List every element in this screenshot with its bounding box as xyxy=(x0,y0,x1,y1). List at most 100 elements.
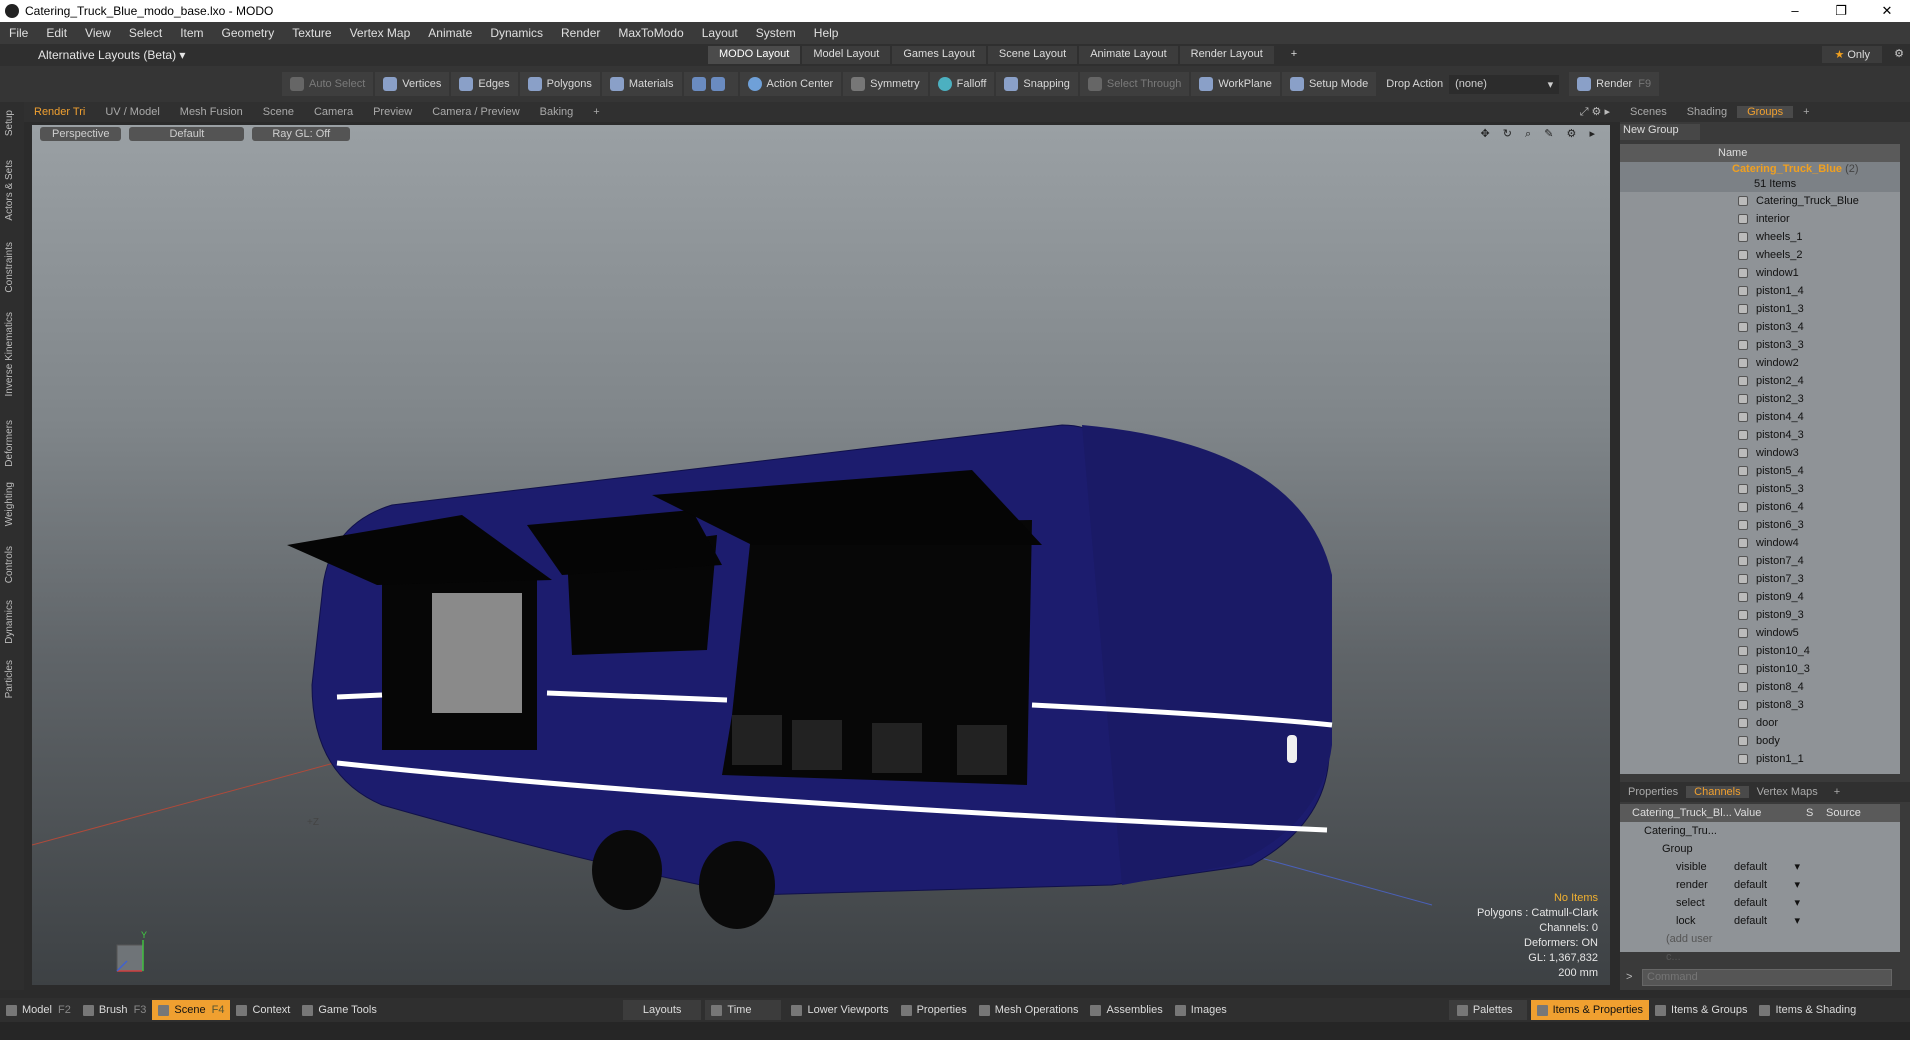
catering-truck-model[interactable] xyxy=(287,424,1333,929)
tab-inverse-kinematics[interactable]: Inverse Kinematics xyxy=(4,312,15,396)
group-item[interactable]: piston3_3 xyxy=(1620,336,1900,354)
group-item[interactable]: wheels_1 xyxy=(1620,228,1900,246)
channels-col-source[interactable]: Source xyxy=(1820,804,1861,822)
group-item[interactable]: piston8_3 xyxy=(1620,696,1900,714)
menu-edit[interactable]: Edit xyxy=(37,26,76,40)
game-tools-button[interactable]: Game Tools xyxy=(296,1000,383,1020)
images-button[interactable]: Images xyxy=(1169,1000,1233,1020)
menu-geometry[interactable]: Geometry xyxy=(213,26,284,40)
add-user-channel-row[interactable]: (add user c... xyxy=(1620,930,1900,963)
add-viewport-tab-button[interactable]: + xyxy=(583,106,609,118)
only-button[interactable]: ★ Only xyxy=(1822,46,1882,63)
group-item[interactable]: wheels_2 xyxy=(1620,246,1900,264)
add-channel-tab-button[interactable]: + xyxy=(1826,786,1848,798)
tab-groups[interactable]: Groups xyxy=(1737,106,1794,118)
group-item[interactable]: piston1_4 xyxy=(1620,282,1900,300)
brush-button[interactable]: Brush F3 xyxy=(77,1000,153,1020)
minimize-button[interactable]: – xyxy=(1772,3,1818,19)
tab-dynamics[interactable]: Dynamics xyxy=(4,600,15,644)
menu-help[interactable]: Help xyxy=(805,26,848,40)
tab-animate-layout[interactable]: Animate Layout xyxy=(1079,46,1178,64)
tab-controls[interactable]: Controls xyxy=(4,546,15,583)
group-item[interactable]: piston5_4 xyxy=(1620,462,1900,480)
group-item[interactable]: piston7_3 xyxy=(1620,570,1900,588)
group-root[interactable]: Catering_Truck_Blue (2) 51 Items xyxy=(1620,162,1900,192)
channel-value-dropdown[interactable]: default ▾ xyxy=(1730,894,1806,912)
tab-channels[interactable]: Channels xyxy=(1686,786,1749,798)
group-item[interactable]: interior xyxy=(1620,210,1900,228)
channel-value-dropdown[interactable]: default ▾ xyxy=(1730,912,1806,930)
tab-actors-sets[interactable]: Actors & Sets xyxy=(4,160,15,221)
model-button[interactable]: Model F2 xyxy=(0,1000,77,1020)
group-item[interactable]: window5 xyxy=(1620,624,1900,642)
tab-scenes[interactable]: Scenes xyxy=(1620,106,1677,118)
group-item[interactable]: window4 xyxy=(1620,534,1900,552)
tab-constraints[interactable]: Constraints xyxy=(4,242,15,293)
tab-shading[interactable]: Shading xyxy=(1677,106,1737,118)
group-item[interactable]: window1 xyxy=(1620,264,1900,282)
tab-properties[interactable]: Properties xyxy=(1620,786,1686,798)
vertices-button[interactable]: Vertices xyxy=(375,72,450,96)
tab-camera-preview[interactable]: Camera / Preview xyxy=(422,106,529,118)
tab-camera[interactable]: Camera xyxy=(304,106,363,118)
edges-button[interactable]: Edges xyxy=(451,72,518,96)
transform-toggle-button[interactable] xyxy=(683,72,738,96)
alternative-layouts-dropdown[interactable]: Alternative Layouts (Beta) ▾ xyxy=(38,48,185,62)
group-item[interactable]: window2 xyxy=(1620,354,1900,372)
group-item[interactable]: piston7_4 xyxy=(1620,552,1900,570)
menu-view[interactable]: View xyxy=(76,26,120,40)
group-item[interactable]: body xyxy=(1620,732,1900,750)
time-button[interactable]: Time xyxy=(705,1000,782,1020)
channels-col-name[interactable]: Catering_Truck_Bl... xyxy=(1620,804,1732,822)
tab-render-layout[interactable]: Render Layout xyxy=(1179,46,1274,64)
close-button[interactable]: ✕ xyxy=(1864,3,1910,19)
group-item[interactable]: Catering_Truck_Blue xyxy=(1620,192,1900,210)
group-item[interactable]: piston1_3 xyxy=(1620,300,1900,318)
name-column-header[interactable]: Name xyxy=(1718,147,1747,159)
tab-setup[interactable]: Setup xyxy=(4,110,15,136)
items-shading-button[interactable]: Items & Shading xyxy=(1753,1000,1862,1020)
menu-layout[interactable]: Layout xyxy=(693,26,747,40)
menu-animate[interactable]: Animate xyxy=(419,26,481,40)
group-item[interactable]: piston1_1 xyxy=(1620,750,1900,768)
group-item[interactable]: door xyxy=(1620,714,1900,732)
lower-viewports-button[interactable]: Lower Viewports xyxy=(785,1000,894,1020)
command-input[interactable] xyxy=(1642,968,1892,986)
tab-scene[interactable]: Scene xyxy=(253,106,304,118)
tab-model-layout[interactable]: Model Layout xyxy=(802,46,891,64)
tab-modo-layout[interactable]: MODO Layout xyxy=(708,46,801,64)
drop-action-dropdown[interactable]: (none) ▾ xyxy=(1449,74,1560,94)
tab-deformers[interactable]: Deformers xyxy=(4,420,15,467)
maximize-button[interactable]: ❐ xyxy=(1818,3,1864,19)
channels-root-row[interactable]: Catering_Tru... xyxy=(1620,822,1900,840)
new-group-button[interactable]: New Group xyxy=(1620,124,1700,140)
setup-mode-button[interactable]: Setup Mode xyxy=(1281,72,1377,96)
channel-row-visible[interactable]: visible default ▾ xyxy=(1620,858,1900,876)
group-item[interactable]: piston2_3 xyxy=(1620,390,1900,408)
falloff-button[interactable]: Falloff xyxy=(929,72,995,96)
group-item[interactable]: piston2_4 xyxy=(1620,372,1900,390)
channel-value-dropdown[interactable]: default ▾ xyxy=(1730,876,1806,894)
channels-group-row[interactable]: Group xyxy=(1620,840,1900,858)
tab-baking[interactable]: Baking xyxy=(530,106,584,118)
items-properties-button[interactable]: Items & Properties xyxy=(1530,1000,1650,1020)
menu-system[interactable]: System xyxy=(747,26,805,40)
tab-vertex-maps[interactable]: Vertex Maps xyxy=(1749,786,1826,798)
menu-texture[interactable]: Texture xyxy=(283,26,340,40)
channels-col-s[interactable]: S xyxy=(1806,804,1820,822)
add-panel-tab-button[interactable]: + xyxy=(1793,106,1819,118)
tab-mesh-fusion[interactable]: Mesh Fusion xyxy=(170,106,253,118)
channel-value-dropdown[interactable]: default ▾ xyxy=(1730,858,1806,876)
layouts-button[interactable]: Layouts xyxy=(622,1000,702,1020)
tab-preview[interactable]: Preview xyxy=(363,106,422,118)
menu-render[interactable]: Render xyxy=(552,26,609,40)
group-item[interactable]: piston9_3 xyxy=(1620,606,1900,624)
tab-particles[interactable]: Particles xyxy=(4,660,15,698)
render-button[interactable]: Render F9 xyxy=(1569,72,1660,96)
tab-weighting[interactable]: Weighting xyxy=(4,482,15,526)
palettes-button[interactable]: Palettes xyxy=(1448,1000,1527,1020)
tab-games-layout[interactable]: Games Layout xyxy=(892,46,986,64)
group-item[interactable]: piston8_4 xyxy=(1620,678,1900,696)
group-item[interactable]: piston10_3 xyxy=(1620,660,1900,678)
group-item[interactable]: window3 xyxy=(1620,444,1900,462)
